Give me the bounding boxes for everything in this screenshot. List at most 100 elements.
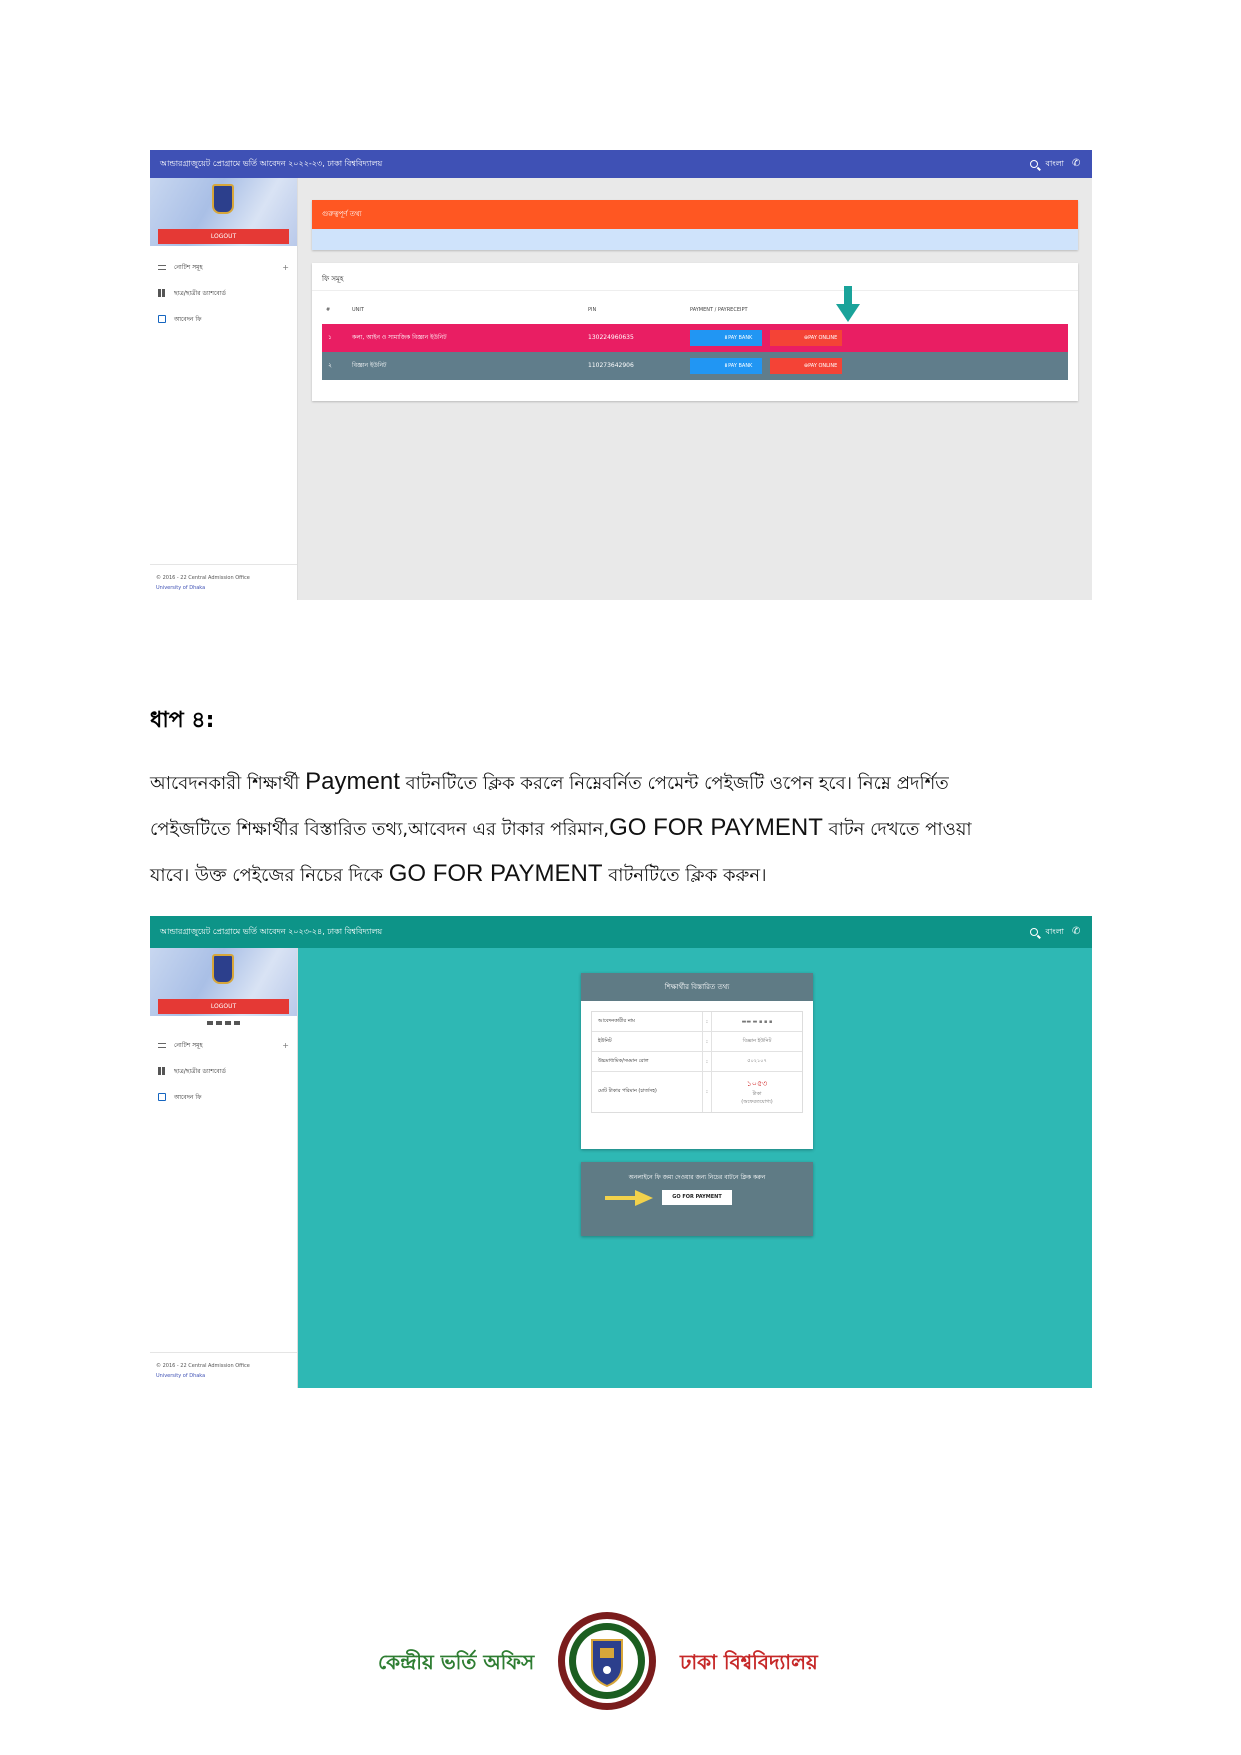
info-key: উচ্চমাধ্যমিক/সমমান রোল: [598, 1057, 649, 1064]
info-key: মোট টাকার পরিমান (চার্জসহ): [598, 1088, 657, 1094]
col-header-unit: UNIT: [352, 307, 364, 313]
sidebar-footer: © 2016 - 22 Central Admission Office Uni…: [150, 564, 297, 600]
app-title: আন্ডারগ্রাজুয়েট প্রোগ্রামে ভর্তি আবেদন …: [160, 158, 383, 168]
list-icon: [158, 264, 166, 270]
top-app-bar: আন্ডারগ্রাজুয়েট প্রোগ্রামে ভর্তি আবেদন …: [150, 916, 1092, 948]
footer-university-name: ঢাকা বিশ্ববিদ্যালয়: [680, 1650, 818, 1674]
sidebar-footer: © 2016 - 22 Central Admission Office Uni…: [150, 1352, 297, 1388]
university-seal-icon: [558, 1612, 656, 1710]
student-info-table: আবেদনকারীর নাম : ▬▬ ▬ ▪ ▪ ▪ ইউনিট : বিজ্…: [591, 1011, 803, 1113]
amount-unit: টাকা: [752, 1090, 762, 1097]
info-value: ১০৫৩ টাকা (অফেরতযোগ্য): [712, 1078, 802, 1107]
row-pin: 130224960635: [588, 334, 634, 341]
sidebar-item-label: নোটিশ সমূহ: [174, 263, 203, 271]
sidebar-item-application-fee[interactable]: আবেদন ফি: [158, 1084, 289, 1110]
sidebar-item-label: আবেদন ফি: [174, 1093, 202, 1101]
logout-button[interactable]: LOGOUT: [158, 229, 289, 244]
amount-value: ১০৫৩: [746, 1078, 768, 1088]
pay-online-button[interactable]: ⊕ PAY ONLINE: [770, 330, 842, 346]
sidebar-menu: নোটিশ সমূহ + ছাত্র/ছাত্রীর ড্যাশবোর্ড আব…: [150, 246, 297, 332]
list-icon: [158, 1042, 166, 1048]
row-number: ১: [328, 334, 332, 341]
sidebar-item-notices[interactable]: নোটিশ সমূহ +: [158, 254, 289, 280]
info-key: ইউনিট: [598, 1037, 612, 1044]
user-name-redacted: [150, 1016, 297, 1030]
pay-online-button[interactable]: ⊕ PAY ONLINE: [770, 358, 842, 374]
screenshot-fee-page: আন্ডারগ্রাজুয়েট প্রোগ্রামে ভর্তি আবেদন …: [150, 150, 1092, 600]
university-link[interactable]: University of Dhaka: [156, 583, 291, 593]
sidebar-banner: LOGOUT: [150, 948, 297, 1016]
university-link[interactable]: University of Dhaka: [156, 1371, 291, 1381]
row-unit: বিজ্ঞান ইউনিট: [352, 362, 387, 369]
fees-title: ফি সমূহ: [312, 263, 1078, 291]
phone-icon[interactable]: ✆: [1072, 159, 1082, 169]
col-header-payment: PAYMENT / PAYRECEIPT: [690, 307, 748, 313]
instruction-line: পেইজটিতে শিক্ষার্থীর বিস্তারিত তথ্য,আবেদ…: [150, 814, 972, 841]
app-title: আন্ডারগ্রাজুয়েট প্রোগ্রামে ভর্তি আবেদন …: [160, 926, 383, 936]
sidebar-item-dashboard[interactable]: ছাত্র/ছাত্রীর ড্যাশবোর্ড: [158, 1058, 289, 1084]
payment-card: অনলাইনে ফি জমা দেওয়ার জন্য নিচের বাটনে …: [581, 1162, 813, 1236]
info-value: বিজ্ঞান ইউনিট: [742, 1037, 772, 1044]
university-logo: [212, 184, 234, 214]
amount-note: (অফেরতযোগ্য): [741, 1098, 773, 1105]
dashboard-icon: [158, 1067, 166, 1075]
arrow-right-icon: [605, 1190, 653, 1206]
pay-bank-button[interactable]: ⬇ PAY BANK: [690, 330, 762, 346]
info-value: ৫০২১০৭: [747, 1057, 767, 1064]
student-info-card: শিক্ষার্থীর বিস্তারিত তথ্য আবেদনকারীর না…: [581, 973, 813, 1149]
step-heading: ধাপ ৪:: [150, 708, 215, 733]
fees-table-header: # UNIT PIN PAYMENT / PAYRECEIPT: [322, 307, 1068, 319]
search-icon[interactable]: [1029, 928, 1038, 936]
important-info-card: গুরুত্বপূর্ণ তথ্য: [312, 200, 1078, 250]
plus-icon[interactable]: +: [282, 263, 289, 272]
sidebar-menu: নোটিশ সমূহ + ছাত্র/ছাত্রীর ড্যাশবোর্ড আব…: [150, 1030, 297, 1110]
instruction-line: আবেদনকারী শিক্ষার্থী Payment বাটনটিতে ক্…: [150, 768, 949, 795]
language-toggle[interactable]: বাংলা: [1046, 158, 1065, 171]
credit-card-icon: [158, 315, 166, 323]
student-info-title: শিক্ষার্থীর বিস্তারিত তথ্য: [581, 973, 813, 1001]
table-row: ২ বিজ্ঞান ইউনিট 110273642906 ⬇ PAY BANK …: [322, 352, 1068, 380]
row-number: ২: [328, 362, 332, 369]
sidebar-item-label: ছাত্র/ছাত্রীর ড্যাশবোর্ড: [174, 289, 226, 297]
table-row: উচ্চমাধ্যমিক/সমমান রোল : ৫০২১০৭: [592, 1052, 802, 1072]
copyright-text: © 2016 - 22 Central Admission Office: [156, 575, 250, 581]
screenshot-payment-page: আন্ডারগ্রাজুয়েট প্রোগ্রামে ভর্তি আবেদন …: [150, 916, 1092, 1388]
footer-office-name: কেন্দ্রীয় ভর্তি অফিস: [378, 1650, 535, 1674]
pay-bank-button[interactable]: ⬇ PAY BANK: [690, 358, 762, 374]
arrow-down-icon: [836, 286, 860, 322]
col-header-pin: PIN: [588, 307, 597, 313]
table-row: ১ কলা, আইন ও সামাজিক বিজ্ঞান ইউনিট 13022…: [322, 324, 1068, 352]
important-info-title: গুরুত্বপূর্ণ তথ্য: [312, 200, 1078, 229]
go-for-payment-button[interactable]: GO FOR PAYMENT: [662, 1190, 732, 1205]
sidebar: LOGOUT নোটিশ সমূহ + ছাত্র/ছাত্রীর ড্যাশব…: [150, 948, 298, 1388]
logout-button[interactable]: LOGOUT: [158, 999, 289, 1014]
table-row: মোট টাকার পরিমান (চার্জসহ) : ১০৫৩ টাকা (…: [592, 1072, 802, 1112]
table-row: আবেদনকারীর নাম : ▬▬ ▬ ▪ ▪ ▪: [592, 1012, 802, 1032]
row-pin: 110273642906: [588, 362, 634, 369]
dashboard-icon: [158, 289, 166, 297]
fees-card: ফি সমূহ # UNIT PIN PAYMENT / PAYRECEIPT …: [312, 263, 1078, 401]
info-value: ▬▬ ▬ ▪ ▪ ▪: [741, 1018, 773, 1025]
sidebar-item-label: নোটিশ সমূহ: [174, 1041, 203, 1049]
row-unit: কলা, আইন ও সামাজিক বিজ্ঞান ইউনিট: [352, 334, 447, 341]
info-key: আবেদনকারীর নাম: [598, 1017, 635, 1024]
instruction-line: যাবে। উক্ত পেইজের নিচের দিকে GO FOR PAYM…: [150, 860, 767, 887]
sidebar-banner: LOGOUT: [150, 178, 297, 246]
credit-card-icon: [158, 1093, 166, 1101]
top-app-bar: আন্ডারগ্রাজুয়েট প্রোগ্রামে ভর্তি আবেদন …: [150, 150, 1092, 178]
sidebar: LOGOUT নোটিশ সমূহ + ছাত্র/ছাত্রীর ড্যাশব…: [150, 178, 298, 600]
language-toggle[interactable]: বাংলা: [1046, 926, 1065, 939]
copyright-text: © 2016 - 22 Central Admission Office: [156, 1363, 250, 1369]
sidebar-item-dashboard[interactable]: ছাত্র/ছাত্রীর ড্যাশবোর্ড: [158, 280, 289, 306]
phone-icon[interactable]: ✆: [1072, 927, 1082, 937]
table-row: ইউনিট : বিজ্ঞান ইউনিট: [592, 1032, 802, 1052]
plus-icon[interactable]: +: [282, 1041, 289, 1050]
sidebar-item-notices[interactable]: নোটিশ সমূহ +: [158, 1032, 289, 1058]
sidebar-item-application-fee[interactable]: আবেদন ফি: [158, 306, 289, 332]
sidebar-item-label: আবেদন ফি: [174, 315, 202, 323]
col-header-number: #: [326, 307, 331, 313]
university-logo: [212, 954, 234, 984]
payment-instruction: অনলাইনে ফি জমা দেওয়ার জন্য নিচের বাটনে …: [628, 1174, 766, 1181]
search-icon[interactable]: [1029, 160, 1038, 168]
sidebar-item-label: ছাত্র/ছাত্রীর ড্যাশবোর্ড: [174, 1067, 226, 1075]
